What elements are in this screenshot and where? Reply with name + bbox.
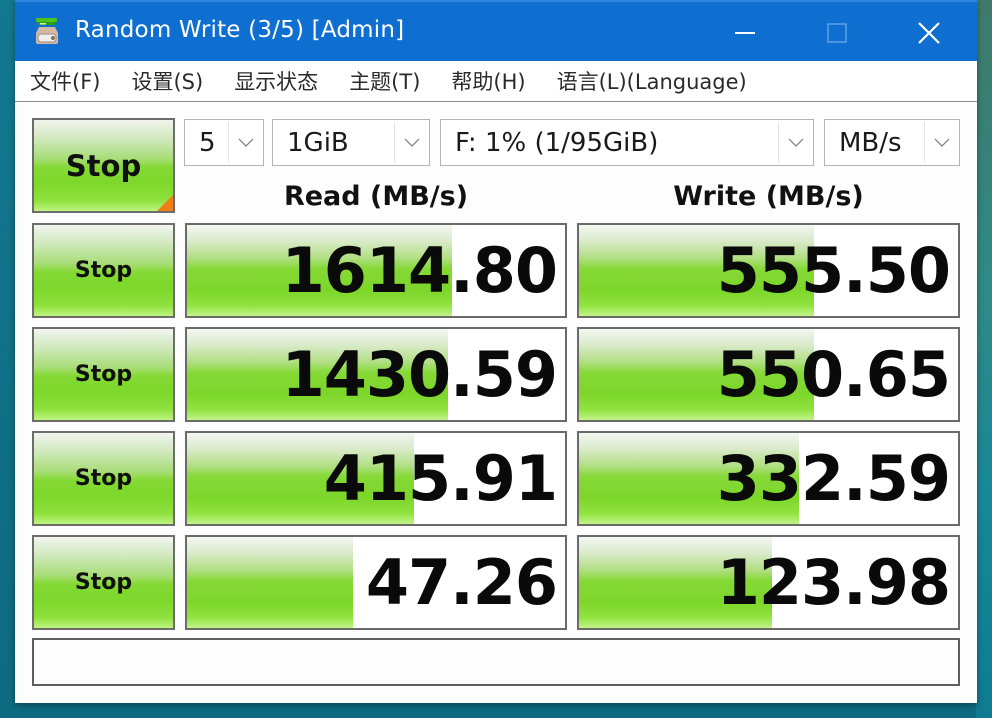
maximize-icon — [827, 22, 847, 43]
read-result-meter: 1614.80 — [185, 223, 567, 318]
close-icon — [918, 21, 940, 44]
test-count-select[interactable]: 5 — [184, 119, 264, 166]
read-result-meter: 415.91 — [185, 431, 567, 526]
disk-drive-icon — [36, 18, 58, 44]
chevron-down-icon — [779, 138, 813, 148]
chevron-down-icon — [395, 138, 429, 148]
desktop-background — [976, 0, 992, 718]
corner-indicator-icon — [157, 195, 173, 211]
read-value: 47.26 — [365, 546, 558, 619]
menu-settings[interactable]: 设置(S) — [131, 66, 203, 96]
row-stop-button[interactable]: Stop — [32, 327, 175, 422]
unit-select[interactable]: MB/s — [824, 119, 960, 166]
test-size-value: 1GiB — [287, 127, 349, 158]
maximize-button[interactable] — [791, 4, 883, 61]
test-count-value: 5 — [199, 127, 216, 158]
write-value: 332.59 — [716, 442, 951, 515]
close-button[interactable] — [883, 4, 975, 61]
drive-value: F: 1% (1/95GiB) — [455, 127, 659, 158]
unit-value: MB/s — [839, 127, 902, 158]
stop-all-label: Stop — [65, 148, 142, 183]
status-box — [32, 638, 960, 686]
stop-all-button[interactable]: Stop — [32, 118, 175, 213]
menu-display-status[interactable]: 显示状态 — [234, 66, 318, 96]
chevron-down-icon — [229, 138, 263, 148]
benchmark-panel: Stop 5 1GiB F: 1% (1/95GiB) MB/s Read (M… — [15, 103, 977, 703]
read-value: 1430.59 — [281, 338, 558, 411]
menu-help[interactable]: 帮助(H) — [451, 66, 525, 96]
write-value: 555.50 — [716, 234, 951, 307]
chevron-down-icon — [925, 138, 959, 148]
row-stop-button[interactable]: Stop — [32, 223, 175, 318]
menu-file[interactable]: 文件(F) — [30, 66, 100, 96]
minimize-icon — [735, 31, 755, 34]
read-result-meter: 1430.59 — [185, 327, 567, 422]
row-stop-label: Stop — [74, 362, 133, 387]
menu-theme[interactable]: 主题(T) — [349, 66, 420, 96]
write-column-header: Write (MB/s) — [673, 181, 864, 212]
row-stop-button[interactable]: Stop — [32, 431, 175, 526]
drive-select[interactable]: F: 1% (1/95GiB) — [440, 119, 814, 166]
read-value: 1614.80 — [281, 234, 558, 307]
window-title: Random Write (3/5) [Admin] — [75, 17, 405, 43]
minimize-button[interactable] — [699, 4, 791, 61]
write-value: 123.98 — [716, 546, 951, 619]
row-stop-button[interactable]: Stop — [32, 535, 175, 630]
read-result-meter: 47.26 — [185, 535, 567, 630]
write-result-meter: 123.98 — [577, 535, 960, 630]
test-size-select[interactable]: 1GiB — [272, 119, 430, 166]
app-window: Random Write (3/5) [Admin] 文件(F) 设置(S) 显… — [15, 0, 977, 703]
write-result-meter: 550.65 — [577, 327, 960, 422]
write-result-meter: 555.50 — [577, 223, 960, 318]
read-meter-fill — [187, 537, 354, 628]
menu-bar: 文件(F) 设置(S) 显示状态 主题(T) 帮助(H) 语言(L)(Langu… — [15, 61, 977, 102]
write-result-meter: 332.59 — [577, 431, 960, 526]
row-stop-label: Stop — [74, 258, 133, 283]
menu-language[interactable]: 语言(L)(Language) — [557, 66, 747, 96]
title-bar[interactable]: Random Write (3/5) [Admin] — [15, 0, 977, 61]
read-column-header: Read (MB/s) — [283, 181, 469, 212]
write-value: 550.65 — [716, 338, 951, 411]
row-stop-label: Stop — [74, 570, 133, 595]
row-stop-label: Stop — [74, 466, 133, 491]
read-value: 415.91 — [323, 442, 558, 515]
